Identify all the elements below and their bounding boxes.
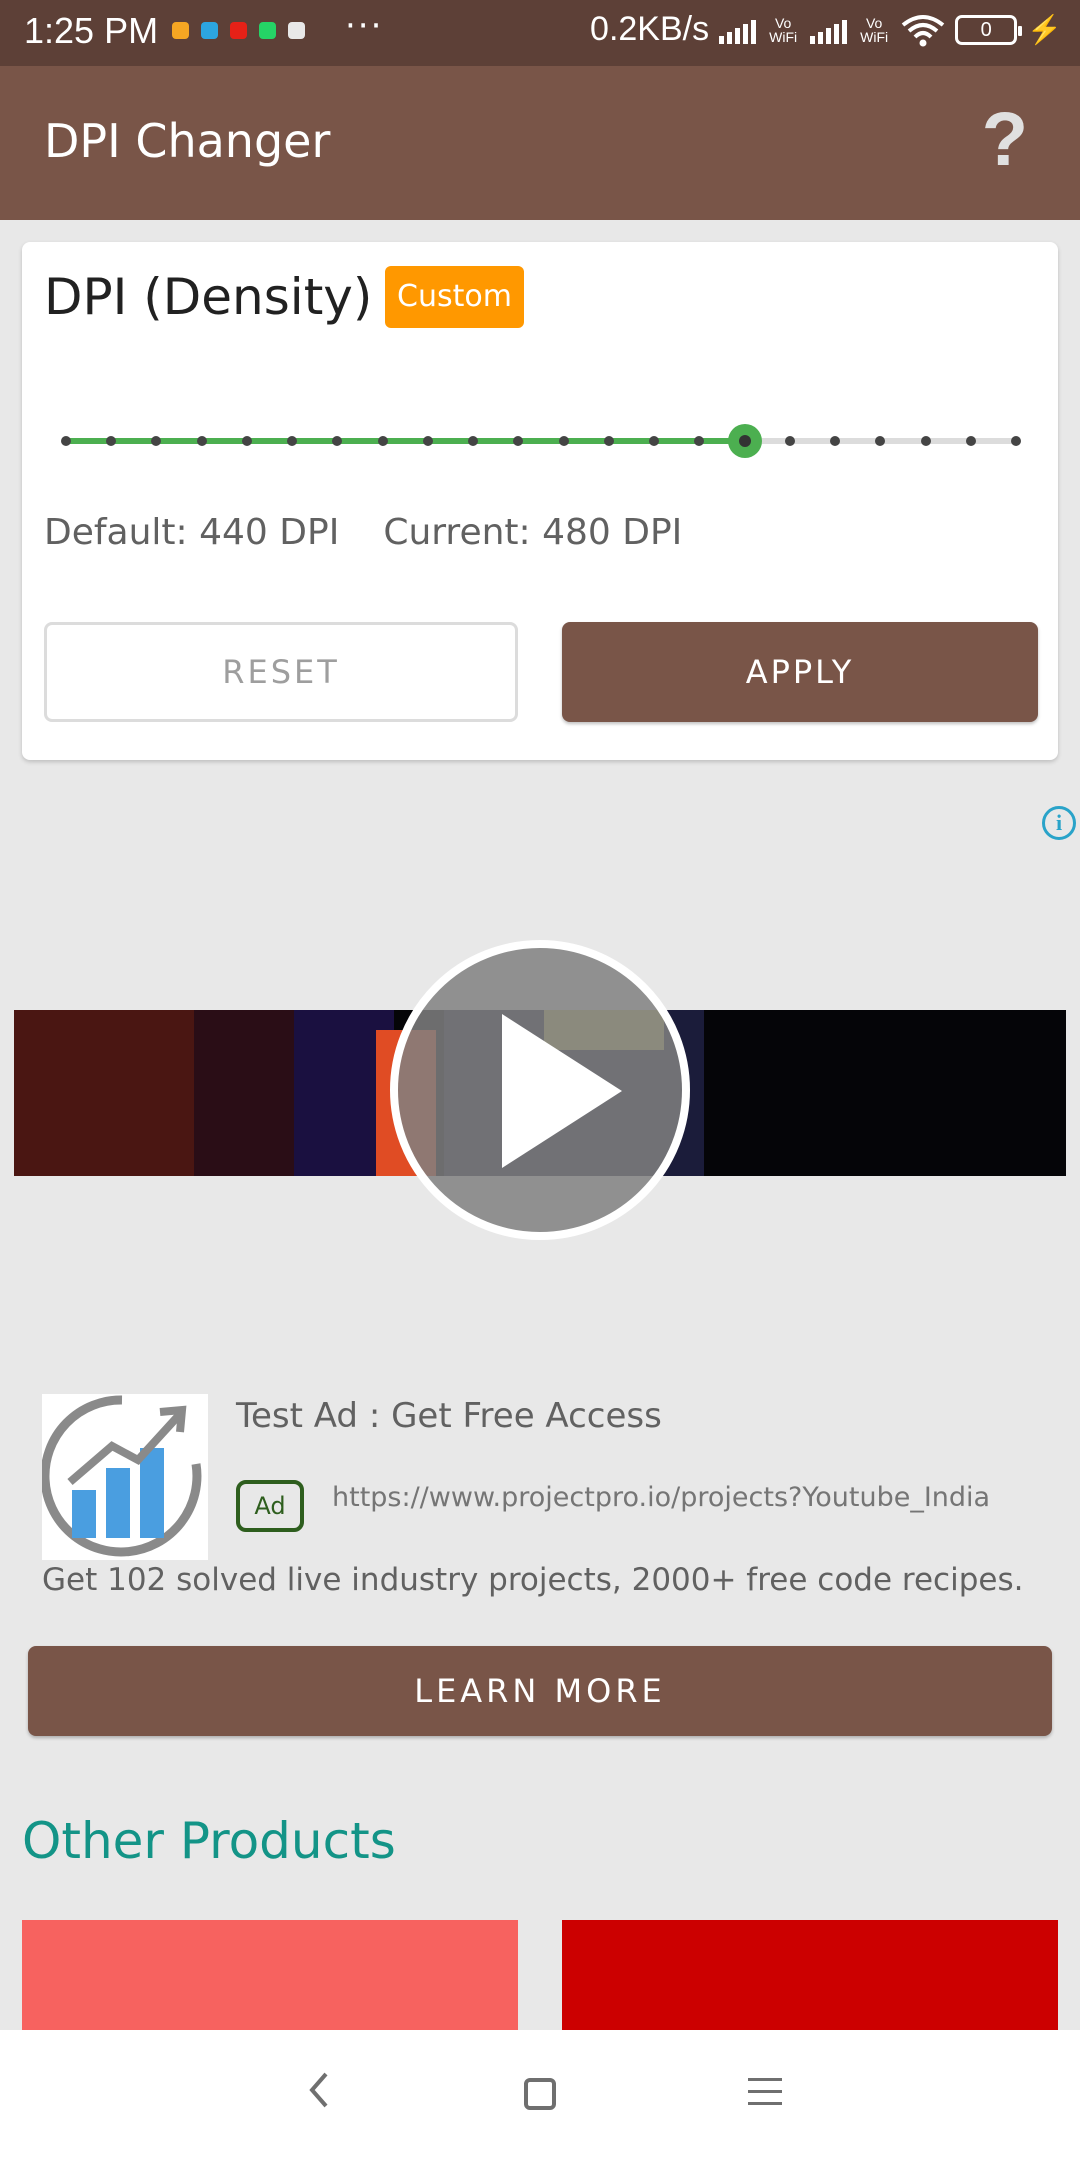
dpi-info-row: Default: 440 DPI Current: 480 DPI [44, 512, 682, 553]
dpi-slider[interactable] [61, 420, 1021, 460]
play-button-icon[interactable] [390, 940, 690, 1240]
ad-logo-chart-icon [42, 1394, 208, 1560]
slider-tick [241, 436, 252, 446]
slider-tick [784, 436, 795, 446]
mode-badge: Custom [385, 266, 524, 328]
more-notifications-icon: ··· [345, 6, 384, 46]
slack-icon [288, 22, 305, 39]
product-card-1[interactable] [22, 1920, 518, 2030]
ad-info-icon[interactable]: i [1042, 806, 1076, 840]
vowifi-label-2: Vo WiFi [860, 14, 889, 45]
reset-button[interactable]: RESET [44, 622, 518, 722]
system-nav-bar [0, 2030, 1080, 2160]
app-bar: DPI Changer ? [0, 66, 1080, 220]
ad-title[interactable]: Test Ad : Get Free Access [236, 1396, 662, 1436]
whatsapp-icon [259, 22, 276, 39]
slider-tick [603, 436, 614, 446]
notes-icon [172, 22, 189, 39]
slider-tick [377, 436, 388, 446]
apply-button[interactable]: APPLY [562, 622, 1038, 722]
notification-icons [172, 22, 305, 39]
slider-tick [106, 436, 117, 446]
slider-tick [332, 436, 343, 446]
charging-icon: ⚡ [1027, 14, 1062, 45]
slider-tick [61, 436, 71, 446]
network-speed: 0.2KB/s [590, 10, 710, 48]
video-frame-part [194, 1010, 294, 1176]
slider-tick [920, 436, 931, 446]
vowifi-label: Vo WiFi [769, 14, 798, 45]
status-right-group: 0.2KB/s Vo WiFi Vo WiFi 0 ⚡ [590, 10, 1062, 49]
slider-tick [649, 436, 660, 446]
signal-icon-2 [810, 16, 848, 44]
dpi-card-title: DPI (Density) [44, 268, 373, 326]
dpi-card: DPI (Density) Custom Default: 440 DPI Cu… [22, 242, 1058, 760]
slider-tick [1011, 436, 1021, 446]
help-icon[interactable]: ? [982, 102, 1028, 178]
product-card-2[interactable] [562, 1920, 1058, 2030]
ad-url[interactable]: https://www.projectpro.io/projects?Youtu… [332, 1482, 990, 1513]
app-title: DPI Changer [44, 114, 331, 168]
youtube-icon [230, 22, 247, 39]
slider-tick [558, 436, 569, 446]
telegram-icon [201, 22, 218, 39]
home-icon[interactable] [524, 2078, 556, 2110]
status-bar: 1:25 PM ··· 0.2KB/s Vo WiFi Vo WiFi 0 ⚡ [0, 0, 1080, 66]
wifi-icon [901, 14, 945, 46]
video-frame-part [14, 1010, 194, 1176]
slider-tick [875, 436, 886, 446]
slider-tick [196, 436, 207, 446]
slider-track-active [66, 438, 745, 444]
default-dpi-label: Default: 440 DPI [44, 512, 340, 553]
other-products-title: Other Products [22, 1812, 396, 1870]
slider-tick [513, 436, 524, 446]
battery-icon: 0 [955, 14, 1023, 45]
ad-badge: Ad [236, 1480, 304, 1532]
slider-tick [694, 436, 705, 446]
slider-tick [151, 436, 162, 446]
back-icon[interactable] [304, 2070, 334, 2110]
slider-tick [468, 436, 479, 446]
slider-tick [830, 436, 841, 446]
slider-tick [287, 436, 298, 446]
current-dpi-label: Current: 480 DPI [383, 512, 683, 553]
signal-icon [719, 16, 757, 44]
status-time: 1:25 PM [24, 10, 159, 51]
slider-tick [422, 436, 433, 446]
slider-tick [965, 436, 976, 446]
learn-more-button[interactable]: LEARN MORE [28, 1646, 1052, 1736]
slider-thumb[interactable] [727, 424, 762, 458]
ad-description: Get 102 solved live industry projects, 2… [42, 1562, 1024, 1598]
recents-menu-icon[interactable] [748, 2078, 782, 2110]
